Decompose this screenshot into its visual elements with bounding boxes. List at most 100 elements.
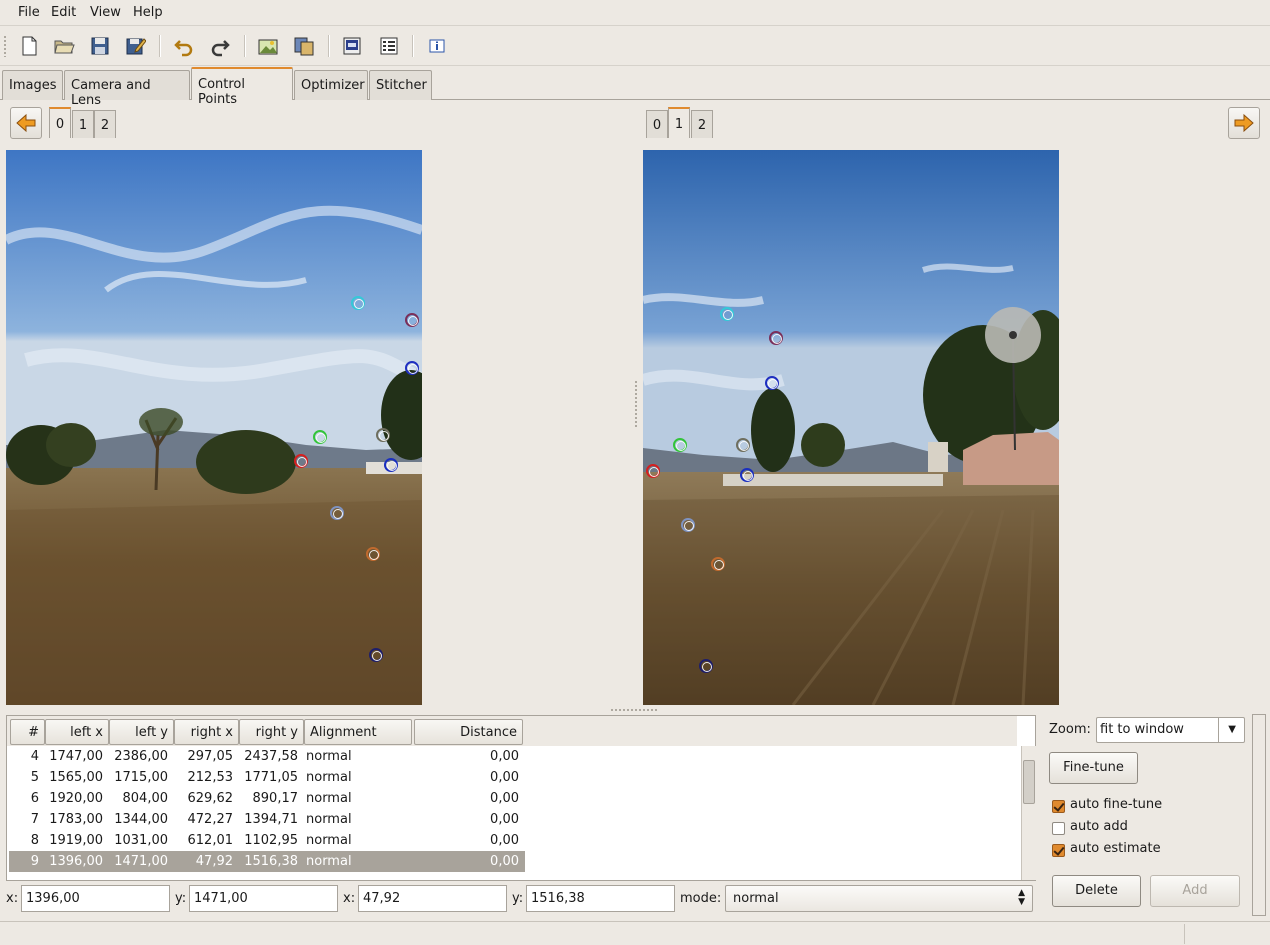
control-point-marker[interactable] bbox=[765, 376, 779, 390]
auto-fine-tune-checkbox[interactable] bbox=[1052, 800, 1065, 813]
right-x-label: x: bbox=[343, 891, 356, 906]
tab-images[interactable]: Images bbox=[2, 70, 63, 100]
auto-estimate-label[interactable]: auto estimate bbox=[1070, 841, 1161, 856]
right-x-field[interactable]: 47,92 bbox=[358, 885, 507, 912]
control-point-marker[interactable] bbox=[736, 438, 750, 452]
right-y-field[interactable]: 1516,38 bbox=[526, 885, 675, 912]
table-cell-dist: 0,00 bbox=[490, 854, 519, 869]
control-point-marker[interactable] bbox=[681, 518, 695, 532]
left-image-tab-1[interactable]: 1 bbox=[72, 110, 94, 138]
add-button[interactable]: Add bbox=[1150, 875, 1240, 907]
panel-scrollbar[interactable] bbox=[1252, 714, 1266, 916]
fine-tune-button[interactable]: Fine-tune bbox=[1049, 752, 1138, 784]
table-cell-align: normal bbox=[306, 749, 352, 764]
new-file-icon[interactable] bbox=[16, 33, 42, 59]
table-row[interactable]: 5 1565,00 1715,00 212,53 1771,05 normal 0,00 bbox=[9, 767, 1019, 788]
left-image-tab-0[interactable]: 0 bbox=[49, 107, 71, 138]
preview-icon[interactable] bbox=[339, 33, 365, 59]
control-point-marker[interactable] bbox=[376, 428, 390, 442]
toolbar-separator bbox=[412, 35, 414, 57]
auto-estimate-checkbox[interactable] bbox=[1052, 844, 1065, 857]
pane-splitter-vertical[interactable] bbox=[634, 380, 638, 428]
about-info-icon[interactable] bbox=[424, 33, 450, 59]
tab-control-points[interactable]: Control Points bbox=[191, 67, 293, 107]
control-point-marker[interactable] bbox=[384, 458, 398, 472]
right-image-view[interactable] bbox=[643, 150, 1059, 705]
right-image-tab-1[interactable]: 1 bbox=[668, 107, 690, 138]
right-image-tab-0[interactable]: 0 bbox=[646, 110, 668, 138]
table-cell-ry: 1516,38 bbox=[244, 854, 298, 869]
pane-splitter-horizontal[interactable] bbox=[610, 708, 658, 712]
menu-edit[interactable]: Edit bbox=[51, 5, 76, 20]
auto-add-checkbox[interactable] bbox=[1052, 822, 1065, 835]
previous-image-button[interactable] bbox=[10, 107, 42, 139]
save-as-icon[interactable] bbox=[122, 33, 148, 59]
control-point-marker[interactable] bbox=[769, 331, 783, 345]
table-row[interactable]: 8 1919,00 1031,00 612,01 1102,95 normal 0,00 bbox=[9, 830, 1019, 851]
column-header-right-y[interactable]: right y bbox=[239, 719, 304, 745]
control-point-marker[interactable] bbox=[369, 648, 383, 662]
menu-help[interactable]: Help bbox=[133, 5, 163, 20]
left-image-tab-2[interactable]: 2 bbox=[94, 110, 116, 138]
status-bar bbox=[0, 921, 1270, 945]
table-cell-lx: 1920,00 bbox=[49, 791, 103, 806]
control-point-marker[interactable] bbox=[699, 659, 713, 673]
control-point-marker[interactable] bbox=[366, 547, 380, 561]
scrollbar-thumb[interactable] bbox=[1023, 760, 1035, 804]
column-header-left-y[interactable]: left y bbox=[109, 719, 174, 745]
menu-file[interactable]: File bbox=[18, 5, 40, 20]
toolbar-separator bbox=[328, 35, 330, 57]
open-folder-icon[interactable] bbox=[51, 33, 77, 59]
control-point-marker[interactable] bbox=[711, 557, 725, 571]
save-icon[interactable] bbox=[87, 33, 113, 59]
delete-button[interactable]: Delete bbox=[1052, 875, 1141, 907]
table-row[interactable]: 7 1783,00 1344,00 472,27 1394,71 normal 0,00 bbox=[9, 809, 1019, 830]
control-point-marker[interactable] bbox=[720, 307, 734, 321]
tab-optimizer[interactable]: Optimizer bbox=[294, 70, 368, 100]
table-row[interactable]: 9 1396,00 1471,00 47,92 1516,38 normal 0,00 bbox=[9, 851, 1019, 872]
tab-camera-and-lens[interactable]: Camera and Lens bbox=[64, 70, 190, 108]
right-y-label: y: bbox=[512, 891, 524, 906]
control-point-marker[interactable] bbox=[330, 506, 344, 520]
toolbar-grip[interactable] bbox=[3, 35, 7, 57]
table-cell-rx: 612,01 bbox=[187, 833, 234, 848]
control-point-marker[interactable] bbox=[313, 430, 327, 444]
control-point-marker[interactable] bbox=[673, 438, 687, 452]
table-scrollbar[interactable] bbox=[1021, 746, 1036, 880]
auto-fine-tune-label[interactable]: auto fine-tune bbox=[1070, 797, 1162, 812]
left-x-field[interactable]: 1396,00 bbox=[21, 885, 170, 912]
auto-add-label[interactable]: auto add bbox=[1070, 819, 1128, 834]
add-image-icon[interactable] bbox=[255, 33, 281, 59]
mode-label: mode: bbox=[680, 891, 722, 906]
table-cell-ly: 1715,00 bbox=[114, 770, 168, 785]
control-point-marker[interactable] bbox=[646, 464, 660, 478]
table-row[interactable]: 4 1747,00 2386,00 297,05 2437,58 normal 0,00 bbox=[9, 746, 1019, 767]
redo-icon[interactable] bbox=[207, 33, 233, 59]
right-image-tab-2[interactable]: 2 bbox=[691, 110, 713, 138]
show-control-points-list-icon[interactable] bbox=[376, 33, 402, 59]
chevron-down-icon[interactable]: ▼ bbox=[1228, 724, 1236, 735]
toolbar-separator bbox=[159, 35, 161, 57]
table-row[interactable]: 6 1920,00 804,00 629,62 890,17 normal 0,00 bbox=[9, 788, 1019, 809]
add-time-series-icon[interactable] bbox=[291, 33, 317, 59]
undo-icon[interactable] bbox=[171, 33, 197, 59]
column-header-right-x[interactable]: right x bbox=[174, 719, 239, 745]
tab-stitcher[interactable]: Stitcher bbox=[369, 70, 432, 100]
column-header-distance[interactable]: Distance bbox=[414, 719, 523, 745]
left-y-field[interactable]: 1471,00 bbox=[189, 885, 338, 912]
left-image-view[interactable] bbox=[6, 150, 422, 705]
control-point-marker[interactable] bbox=[405, 313, 419, 327]
column-header-alignment[interactable]: Alignment bbox=[304, 719, 412, 745]
table-cell-ly: 2386,00 bbox=[114, 749, 168, 764]
control-point-marker[interactable] bbox=[294, 454, 308, 468]
table-cell-dist: 0,00 bbox=[490, 833, 519, 848]
control-point-marker[interactable] bbox=[405, 361, 419, 375]
column-header-number[interactable]: # bbox=[10, 719, 45, 745]
mode-select[interactable]: normal ▲ ▼ bbox=[725, 885, 1033, 912]
zoom-select[interactable]: fit to window ▼ bbox=[1096, 717, 1245, 743]
next-image-button[interactable] bbox=[1228, 107, 1260, 139]
control-point-marker[interactable] bbox=[740, 468, 754, 482]
column-header-left-x[interactable]: left x bbox=[45, 719, 109, 745]
menu-view[interactable]: View bbox=[90, 5, 121, 20]
control-point-marker[interactable] bbox=[351, 296, 365, 310]
